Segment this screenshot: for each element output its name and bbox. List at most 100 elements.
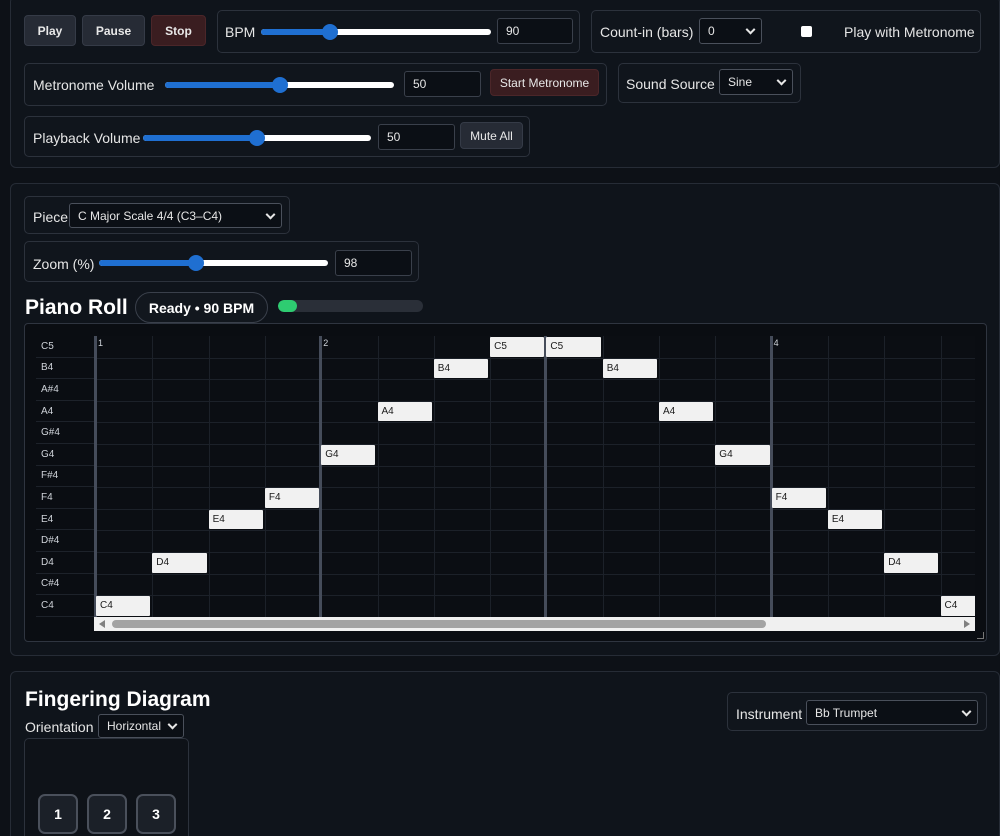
valve-3-button[interactable]: 3	[136, 794, 176, 834]
pitch-label: C4	[36, 595, 94, 617]
piano-roll: C5 B4 A#4 A4 G#4 G4 F#4 F4 E4 D#4 D4 C#4 C4 1 2 4 C4 D4 E…	[24, 323, 987, 642]
grid-row-line	[94, 595, 975, 597]
note-block[interactable]: C5	[546, 337, 601, 357]
pitch-label: B4	[36, 358, 94, 380]
pitch-label: G4	[36, 444, 94, 466]
note-block[interactable]: C5	[490, 337, 545, 357]
bar-line	[544, 336, 548, 617]
pitch-label: G#4	[36, 422, 94, 444]
pause-button[interactable]: Pause	[82, 15, 145, 46]
countin-value: 0	[708, 24, 715, 38]
playback-volume-group: Playback Volume 50 Mute All	[24, 116, 530, 157]
bar-number: 2	[323, 338, 329, 348]
beat-line	[152, 336, 154, 617]
metronome-volume-label: Metronome Volume	[33, 77, 155, 93]
playback-volume-slider[interactable]	[143, 130, 371, 146]
countin-select[interactable]: 0	[699, 18, 762, 44]
fingering-heading: Fingering Diagram	[25, 688, 211, 711]
note-block[interactable]: E4	[827, 509, 883, 530]
note-block[interactable]: A4	[377, 401, 432, 422]
bpm-group: BPM 90	[217, 10, 580, 53]
note-block[interactable]: G4	[321, 445, 376, 465]
grid-row-line	[94, 465, 975, 467]
chevron-down-icon	[167, 719, 178, 730]
playback-volume-input[interactable]: 50	[378, 124, 455, 150]
orientation-label: Orientation	[25, 719, 94, 735]
instrument-label: Instrument	[736, 706, 803, 722]
chevron-down-icon	[776, 75, 787, 86]
progress-fill	[278, 300, 297, 312]
metronome-volume-slider[interactable]	[165, 77, 394, 93]
note-block[interactable]: D4	[152, 553, 207, 573]
note-block[interactable]: C4	[940, 596, 975, 616]
fingering-diagram: 1 2 3	[24, 738, 189, 836]
beat-line	[490, 336, 492, 617]
sound-source-select[interactable]: Sine	[719, 69, 793, 95]
grid-row-line	[94, 573, 975, 575]
beat-line	[940, 336, 942, 617]
resize-grip-icon[interactable]	[977, 632, 984, 639]
pitch-labels: C5 B4 A#4 A4 G#4 G4 F#4 F4 E4 D#4 D4 C#4 C4	[36, 336, 94, 617]
piece-value: C Major Scale 4/4 (C3–C4)	[78, 208, 223, 223]
playback-volume-thumb[interactable]	[249, 130, 265, 146]
valve-2-button[interactable]: 2	[87, 794, 127, 834]
beat-line	[715, 336, 717, 617]
metronome-checkbox[interactable]	[801, 26, 812, 37]
instrument-group: Instrument Bb Trumpet	[727, 692, 987, 731]
note-block[interactable]: C4	[96, 596, 151, 616]
grid-row-line	[94, 379, 975, 381]
chevron-down-icon	[961, 706, 972, 717]
valve-1-button[interactable]: 1	[38, 794, 78, 834]
bpm-slider-thumb[interactable]	[322, 24, 339, 40]
zoom-slider[interactable]	[99, 255, 328, 271]
horizontal-scrollbar[interactable]	[94, 617, 975, 631]
note-block[interactable]: A4	[659, 401, 714, 422]
orientation-value: Horizontal	[107, 719, 162, 733]
pitch-label: F#4	[36, 466, 94, 488]
grid-row-line	[94, 357, 975, 359]
piece-select[interactable]: C Major Scale 4/4 (C3–C4)	[69, 203, 282, 228]
beat-line	[433, 336, 435, 617]
scrollbar-thumb[interactable]	[112, 620, 766, 628]
countin-group: Count-in (bars) 0 Play with Metronome	[591, 10, 981, 53]
instrument-select[interactable]: Bb Trumpet	[806, 700, 978, 725]
zoom-group: Zoom (%) 98	[24, 241, 419, 282]
stop-button[interactable]: Stop	[151, 15, 206, 46]
grid-row-line	[94, 400, 975, 402]
zoom-slider-thumb[interactable]	[187, 255, 204, 271]
piano-roll-grid[interactable]: 1 2 4 C4 D4 E4 F4 G4 A4 B4 C5 C5 B4 A4 G4 F4 E4 D4 C4	[94, 336, 975, 617]
mute-all-button[interactable]: Mute All	[460, 122, 523, 149]
metronome-volume-input[interactable]: 50	[404, 71, 481, 97]
beat-line	[884, 336, 886, 617]
metronome-volume-thumb[interactable]	[271, 77, 288, 93]
sound-source-label: Sound Source	[626, 76, 715, 92]
note-block[interactable]: G4	[715, 445, 770, 465]
scroll-left-icon[interactable]	[99, 620, 105, 628]
bpm-input[interactable]: 90	[497, 18, 573, 44]
pitch-label: D#4	[36, 530, 94, 552]
note-block[interactable]: F4	[264, 488, 320, 508]
beat-line	[602, 336, 604, 617]
beat-line	[208, 336, 210, 617]
piano-roll-heading: Piano Roll	[25, 296, 128, 319]
grid-row-line	[94, 530, 975, 532]
zoom-input[interactable]: 98	[335, 250, 412, 276]
pitch-label: A#4	[36, 379, 94, 401]
bpm-slider[interactable]	[261, 24, 491, 40]
transport-panel: Play Pause Stop BPM 90 Count-in (bars) 0…	[10, 0, 1000, 168]
chevron-down-icon	[745, 24, 756, 35]
bar-line	[319, 336, 323, 617]
note-block[interactable]: F4	[771, 488, 826, 508]
note-block[interactable]: B4	[433, 358, 489, 379]
zoom-label: Zoom (%)	[33, 256, 95, 272]
bar-line	[769, 336, 773, 617]
beat-line	[827, 336, 829, 617]
metronome-volume-group: Metronome Volume 50 Start Metronome	[24, 63, 607, 106]
start-metronome-button[interactable]: Start Metronome	[490, 69, 599, 96]
scroll-right-icon[interactable]	[964, 620, 970, 628]
orientation-select[interactable]: Horizontal	[98, 714, 184, 738]
play-button[interactable]: Play	[24, 15, 76, 46]
note-block[interactable]: D4	[884, 553, 939, 573]
note-block[interactable]: B4	[602, 358, 657, 379]
note-block[interactable]: E4	[208, 509, 263, 530]
